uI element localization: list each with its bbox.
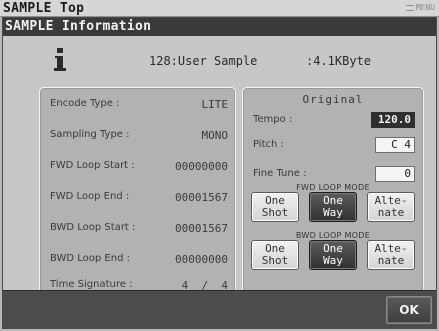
menu-indicator: MENU bbox=[405, 3, 435, 12]
row-label: Time Signature : bbox=[50, 279, 133, 290]
row-label: FWD Loop Start : bbox=[50, 160, 135, 171]
fwd-one-way-button[interactable]: One Way bbox=[309, 192, 357, 222]
screen-title: SAMPLE Top bbox=[3, 1, 85, 16]
row-value: 00000000 bbox=[175, 253, 228, 266]
tempo-label: Tempo : bbox=[253, 114, 293, 125]
sample-size: :4.1KByte bbox=[306, 54, 372, 68]
dialog-button-bar: OK bbox=[3, 290, 436, 329]
row-label: BWD Loop End : bbox=[50, 253, 130, 264]
top-bar: SAMPLE Top MENU bbox=[0, 0, 439, 17]
bwd-one-shot-button[interactable]: One Shot bbox=[251, 240, 299, 270]
row-label: Encode Type : bbox=[50, 98, 120, 109]
fwd-alternate-button[interactable]: Alte- nate bbox=[367, 192, 415, 222]
original-panel-title: Original bbox=[302, 93, 364, 106]
bwd-loop-start-row: BWD Loop Start : 00001567 bbox=[50, 222, 228, 238]
row-value: MONO bbox=[201, 129, 229, 142]
sampling-type-row: Sampling Type : MONO bbox=[50, 129, 228, 145]
bwd-loop-mode-label: BWD LOOP MODE bbox=[295, 231, 371, 240]
sample-parameters-panel: Encode Type : LITE Sampling Type : MONO FW… bbox=[39, 87, 236, 300]
pitch-row: Pitch : C 4 bbox=[253, 137, 415, 155]
original-settings-panel: Original Tempo : 120.0 Pitch : C 4 Fine … bbox=[242, 87, 424, 300]
fine-tune-row: Fine Tune : 0 bbox=[253, 166, 415, 184]
bwd-loop-end-row: BWD Loop End : 00000000 bbox=[50, 253, 228, 269]
ok-button[interactable]: OK bbox=[386, 296, 432, 324]
fwd-loop-mode-label: FWD LOOP MODE bbox=[296, 183, 370, 192]
fine-tune-label: Fine Tune : bbox=[253, 168, 307, 179]
tempo-value[interactable]: 120.0 bbox=[371, 112, 415, 128]
row-value: 00000000 bbox=[175, 160, 228, 173]
row-label: Sampling Type : bbox=[50, 129, 130, 140]
row-value: 00001567 bbox=[175, 191, 228, 204]
menu-icon bbox=[405, 4, 414, 11]
dialog-title: SAMPLE Information bbox=[5, 19, 152, 34]
bwd-one-way-button[interactable]: One Way bbox=[309, 240, 357, 270]
row-value: 00001567 bbox=[175, 222, 228, 235]
tempo-row: Tempo : 120.0 bbox=[253, 112, 415, 130]
encode-type-row: Encode Type : LITE bbox=[50, 98, 228, 114]
fwd-loop-start-row: FWD Loop Start : 00000000 bbox=[50, 160, 228, 176]
sample-name: 128:User Sample bbox=[149, 54, 258, 68]
row-value: LITE bbox=[201, 98, 229, 111]
sample-information-dialog: SAMPLE Information 128:User Sample :4.1K… bbox=[2, 17, 437, 329]
pitch-label: Pitch : bbox=[253, 139, 284, 150]
row-label: BWD Loop Start : bbox=[50, 222, 136, 233]
info-icon bbox=[53, 48, 67, 72]
bwd-alternate-button[interactable]: Alte- nate bbox=[367, 240, 415, 270]
row-label: FWD Loop End : bbox=[50, 191, 130, 202]
dialog-title-bar: SAMPLE Information bbox=[3, 18, 436, 36]
fine-tune-value[interactable]: 0 bbox=[375, 166, 415, 182]
sample-header-row: 128:User Sample :4.1KByte bbox=[3, 46, 436, 76]
menu-indicator-label: MENU bbox=[415, 3, 435, 12]
sample-info-screen: SAMPLE Top MENU SAMPLE Information 128:U… bbox=[0, 0, 439, 331]
fwd-loop-end-row: FWD Loop End : 00001567 bbox=[50, 191, 228, 207]
fwd-one-shot-button[interactable]: One Shot bbox=[251, 192, 299, 222]
pitch-value[interactable]: C 4 bbox=[375, 137, 415, 153]
